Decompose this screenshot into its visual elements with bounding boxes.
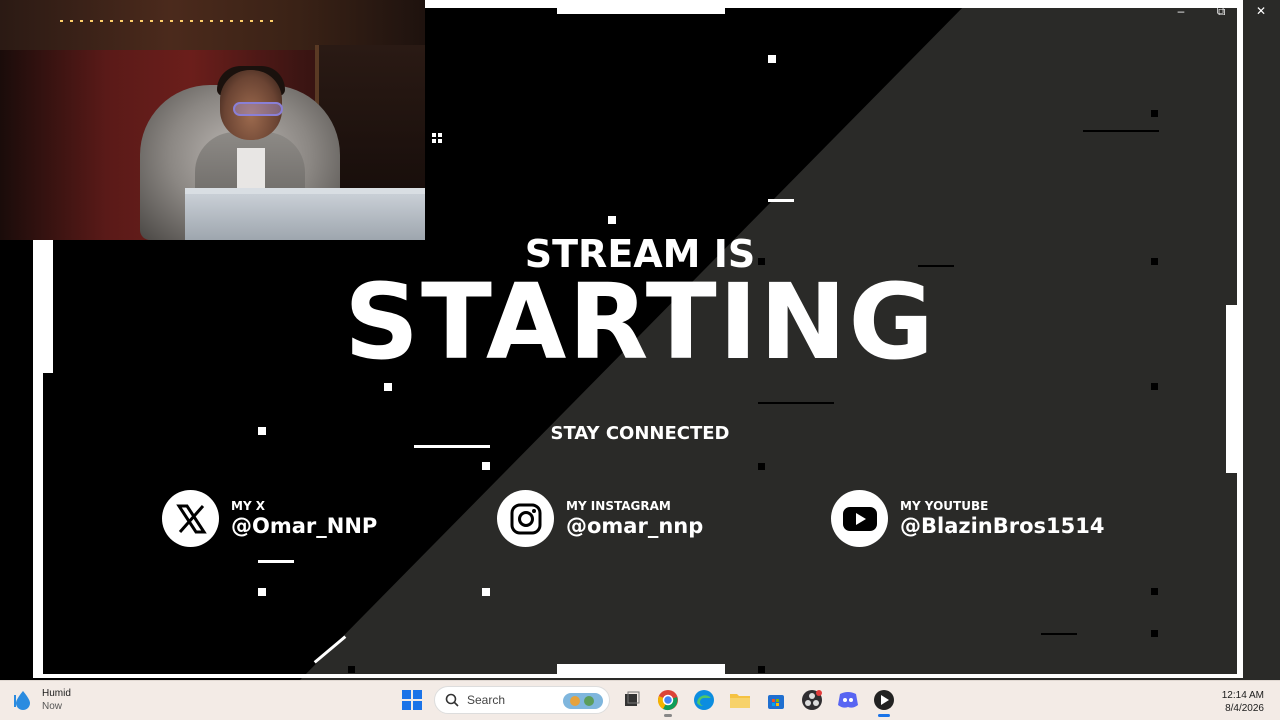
decor-dot: [384, 383, 392, 391]
decor-dash: [414, 445, 490, 448]
taskbar-search[interactable]: Search: [434, 686, 610, 714]
minimize-button[interactable]: –: [1174, 4, 1188, 19]
decor-dot: [258, 588, 266, 596]
decor-dot: [432, 139, 436, 143]
taskbar-apps: Search: [398, 686, 898, 717]
file-explorer-icon[interactable]: [726, 686, 754, 714]
cam-string-lights: [60, 20, 280, 22]
decor-dot: [1151, 110, 1158, 117]
decor-dot: [1151, 630, 1158, 637]
decor-dash: [768, 199, 794, 202]
social-youtube-handle: @BlazinBros1514: [900, 513, 1105, 538]
close-button[interactable]: ✕: [1254, 4, 1268, 19]
weather-widget[interactable]: Humid Now: [12, 687, 71, 713]
x-logo-icon: [162, 490, 219, 547]
decor-dot: [608, 216, 616, 224]
social-x: MY X @Omar_NNP: [162, 490, 377, 547]
edge-icon[interactable]: [690, 686, 718, 714]
cam-person-shirt: [237, 148, 265, 188]
store-icon[interactable]: [762, 686, 790, 714]
start-icon[interactable]: [398, 686, 426, 714]
decor-dot: [758, 666, 765, 673]
social-x-handle: @Omar_NNP: [231, 513, 378, 538]
decor-dot: [432, 133, 436, 137]
social-youtube: MY YOUTUBE @BlazinBros1514: [831, 490, 1104, 547]
social-instagram-handle: @omar_nnp: [566, 513, 704, 538]
webcam-feed: [0, 0, 425, 240]
weather-title: Humid: [42, 688, 71, 699]
decor-dash: [1041, 633, 1077, 635]
cam-person-glasses: [233, 102, 283, 116]
social-x-label: MY X: [231, 498, 266, 513]
social-instagram-label: MY INSTAGRAM: [566, 498, 671, 513]
decor-dash: [258, 560, 294, 563]
decor-dash: [758, 402, 834, 404]
search-highlight-icon: [563, 693, 603, 709]
clock-time: 12:14 AM: [1221, 690, 1264, 701]
frame-top-notch: [557, 0, 725, 14]
frame-top-bar: [425, 0, 1241, 8]
task-view-icon[interactable]: [618, 686, 646, 714]
clock-date: 8/4/2026: [1225, 703, 1264, 714]
decor-dot: [1151, 588, 1158, 595]
active-indicator: [878, 714, 890, 717]
search-icon: [445, 693, 459, 707]
discord-icon[interactable]: [834, 686, 862, 714]
search-placeholder: Search: [467, 693, 506, 707]
decor-dot: [438, 133, 442, 137]
decor-dot: [768, 55, 776, 63]
social-youtube-label: MY YOUTUBE: [900, 498, 989, 513]
social-instagram: MY INSTAGRAM @omar_nnp: [497, 490, 703, 547]
decor-dot: [348, 666, 355, 673]
system-clock[interactable]: 12:14 AM 8/4/2026: [1222, 689, 1264, 715]
weather-humid-icon: [14, 691, 30, 710]
decor-dot: [438, 139, 442, 143]
window-controls: – ⧉ ✕: [1174, 4, 1268, 19]
media-player-icon[interactable]: [870, 686, 898, 717]
restore-button[interactable]: ⧉: [1214, 4, 1228, 19]
decor-dot: [482, 588, 490, 596]
title-starting: STARTING: [344, 261, 936, 383]
obs-icon[interactable]: [798, 686, 826, 714]
stay-connected-label: STAY CONNECTED: [550, 423, 730, 444]
frame-bottom-notch: [557, 664, 725, 678]
chrome-icon[interactable]: [654, 686, 682, 717]
decor-dot: [758, 463, 765, 470]
decor-dash: [1083, 130, 1159, 132]
taskbar: Humid Now Search 12:14 AM 8/4/2026: [0, 680, 1280, 720]
stream-overlay: – ⧉ ✕ STREAM IS STARTING STAY CONNECTED: [0, 0, 1280, 680]
weather-sub: Now: [42, 701, 63, 712]
decor-dot: [482, 462, 490, 470]
youtube-icon: [831, 490, 888, 547]
active-indicator: [664, 714, 672, 717]
instagram-icon: [497, 490, 554, 547]
decor-dot: [1151, 383, 1158, 390]
